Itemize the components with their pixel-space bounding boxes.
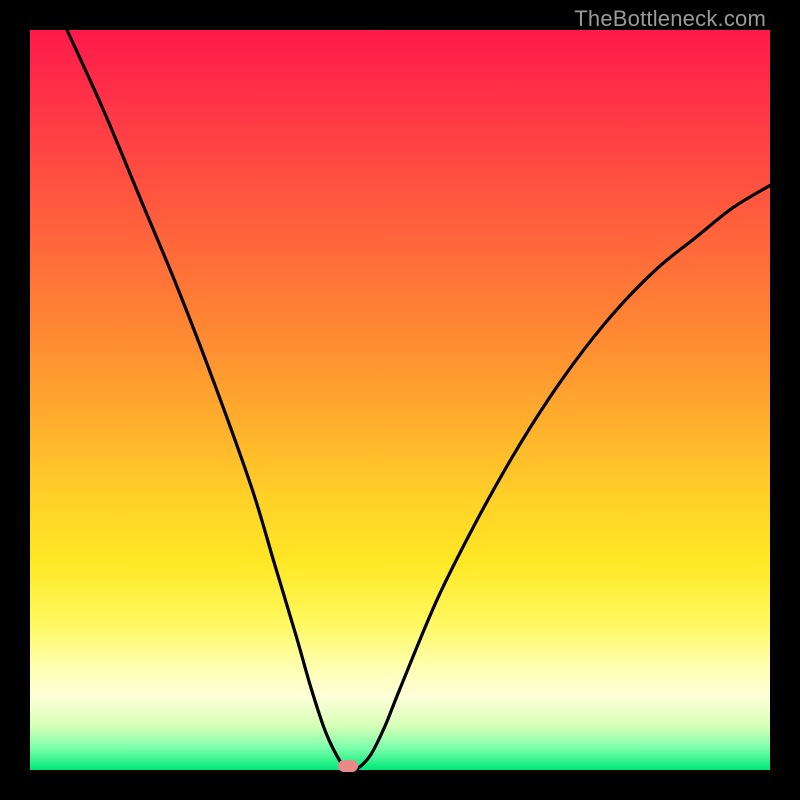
min-marker xyxy=(338,760,358,772)
watermark-text: TheBottleneck.com xyxy=(574,6,766,32)
chart-frame: TheBottleneck.com xyxy=(0,0,800,800)
bottleneck-curve xyxy=(67,30,770,770)
plot-area xyxy=(30,30,770,770)
curve-svg xyxy=(30,30,770,770)
